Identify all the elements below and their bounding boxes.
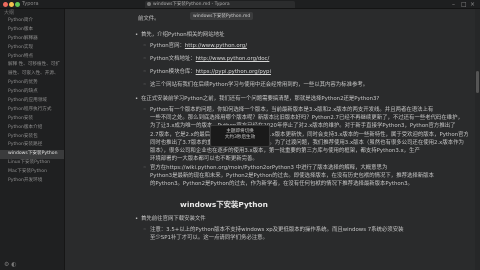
outline-list: Python简介 Python版本 Python解释器 Python实现 Python特… (0, 17, 64, 186)
sidebar-item[interactable]: Python简介 (0, 17, 64, 26)
text-line: 的Python3。Python2是Python的过去，作为新学者，在没有任何包袱… (150, 181, 413, 188)
links-note: 这三个网站有我们在后续Python学习与使用中还会经常用到的，一些以其内容为标准… (143, 81, 368, 89)
section-heading: windows下安装Python (180, 200, 268, 209)
maximize-window-icon[interactable] (15, 2, 20, 7)
bullet-download: 首先前往官网下载安装文件 (135, 215, 206, 223)
link-python-docs: Python文档地址：http://www.python.org/doc/ (143, 55, 270, 63)
install-note: 注意：3.5+以上的Python版本不支持windows xp及更低版本的操作系… (143, 226, 468, 242)
link-python-home: Python官网：http://www.python.org/ (143, 42, 247, 50)
window-titlebar: Typora windows下安装Python.md - Typora – □ … (0, 0, 480, 9)
text-line: 版本），很多公司和企业也在逐步的使用3.x版本，第一批重要的第三方库与使用的框架… (150, 148, 420, 155)
text-line: 至少SP1补丁才可以。这一点请同学们务必注意。 (150, 235, 268, 242)
text-line: 同时也推出了3.7版本的重要的更新，最终3.x版本。为了过渡问题，我们推荐使用3… (150, 139, 464, 146)
link-url[interactable]: http://www.python.org/ (185, 43, 247, 49)
scrollbar[interactable] (475, 9, 480, 270)
sidebar-item[interactable]: 展性、可嵌入性、开源、 (0, 70, 64, 79)
tab-close-icon[interactable] (147, 2, 151, 6)
text-line: Python3是最新的现在和未来，Python2是Python的过去。即使选择版… (150, 173, 434, 180)
document-tab[interactable]: windows下安装Python.md - Typora (145, 1, 295, 8)
sidebar-item[interactable]: Python的缺点 (0, 88, 64, 97)
text-line: 环境部署的一大版本都可以也不断更新完善。 (150, 156, 258, 163)
sidebar-item[interactable]: Python版本 (0, 26, 64, 35)
sidebar-item[interactable]: 解释 性、可移植性、可扩 (0, 61, 64, 70)
text-line: Python有一个版本的问题，你如何选择一个版本，当前最新版本是3.x版和2.x… (150, 107, 434, 113)
link-prefix: Python官网： (150, 43, 185, 49)
sidebar-footer-icons[interactable]: ⚙ ◐ (4, 261, 17, 268)
sidebar-item[interactable]: Python实现 (0, 44, 64, 53)
link-prefix: Python文档地址： (150, 56, 196, 62)
official-recommendation: 官方在https://wiki.python.org/moin/Python2o… (143, 164, 468, 189)
sidebar-item[interactable]: Mac下安装Python (0, 168, 64, 177)
sidebar-item[interactable]: Python的应用领域 (0, 97, 64, 106)
close-window-icon[interactable] (3, 2, 8, 7)
editor-content[interactable]: 前文件。 首先，介绍Python相关的网站地址 Python官网：http://… (66, 9, 475, 270)
sidebar-item[interactable]: Linux下安装Python (0, 159, 64, 168)
text-line: 一些不同之处。那么到底选择用哪个版本呢？新版本比旧版本好吗？Python2.7已… (150, 115, 463, 122)
sidebar-item[interactable]: Python安装 (0, 115, 64, 124)
bullet-sites: 首先，介绍Python相关的网站地址 (135, 31, 224, 39)
app-name: Typora (22, 1, 39, 7)
sidebar-item[interactable]: Python程序执行方式 (0, 106, 64, 115)
text-line: 2.7版本，它是2.x的最后一个版本了。Python的3.x版本更新快，同时会支… (150, 131, 468, 138)
minimize-window-icon[interactable] (9, 2, 14, 7)
sidebar-item[interactable]: Python特点 (0, 53, 64, 62)
sidebar-item[interactable]: Python的优势 (0, 79, 64, 88)
link-url[interactable]: http://www.python.org/doc/ (196, 56, 270, 62)
sidebar-item[interactable]: Python安装路径 (0, 141, 64, 150)
bullet-version-choice: 在正式安装前学习Python之前，我们还有一个问题需要搞清楚，那就是选择Pyth… (135, 95, 379, 103)
theme-toast: 主题即将切换 大约3秒后生效 (210, 125, 270, 147)
outline-header: 大纲 (4, 10, 15, 16)
sidebar-item[interactable]: windows下安装Python (0, 150, 64, 160)
toast-line: 大约3秒后生效 (224, 135, 256, 140)
tab-title: windows下安装Python.md - Typora (153, 2, 230, 7)
outline-sidebar: 大纲 Python简介 Python版本 Python解释器 Python实现 Pyth… (0, 9, 65, 270)
sidebar-item[interactable]: Python版本介绍 (0, 124, 64, 133)
version-explanation: Python有一个版本的问题，你如何选择一个版本，当前最新版本是3.x版和2.x… (143, 106, 468, 163)
sidebar-item[interactable]: Python解释器 (0, 35, 64, 44)
sidebar-item[interactable]: Python安装包 (0, 133, 64, 142)
intro-tail: 前文件。 (138, 16, 160, 22)
sidebar-item[interactable]: Python开发环境 (0, 177, 64, 186)
minimize-icon[interactable]: – (452, 1, 455, 8)
link-url[interactable]: https://pypi.python.org/pypi (196, 69, 271, 75)
link-pypi: Python模块仓库：https://pypi.python.org/pypi (143, 68, 271, 76)
link-prefix: Python模块仓库： (150, 69, 196, 75)
text-line: 为了让3.x成为唯一的版本，Python官方已经在2020年停止了对2.x版本的… (150, 123, 456, 130)
text-line: 官方在https://wiki.python.org/moin/Python2o… (150, 165, 388, 171)
close-icon[interactable]: × (470, 1, 475, 8)
text-line: 注意：3.5+以上的Python版本不支持windows xp及更低版本的操作系… (150, 227, 404, 233)
scrollbar-thumb[interactable] (476, 71, 479, 93)
restore-icon[interactable]: □ (461, 1, 467, 8)
